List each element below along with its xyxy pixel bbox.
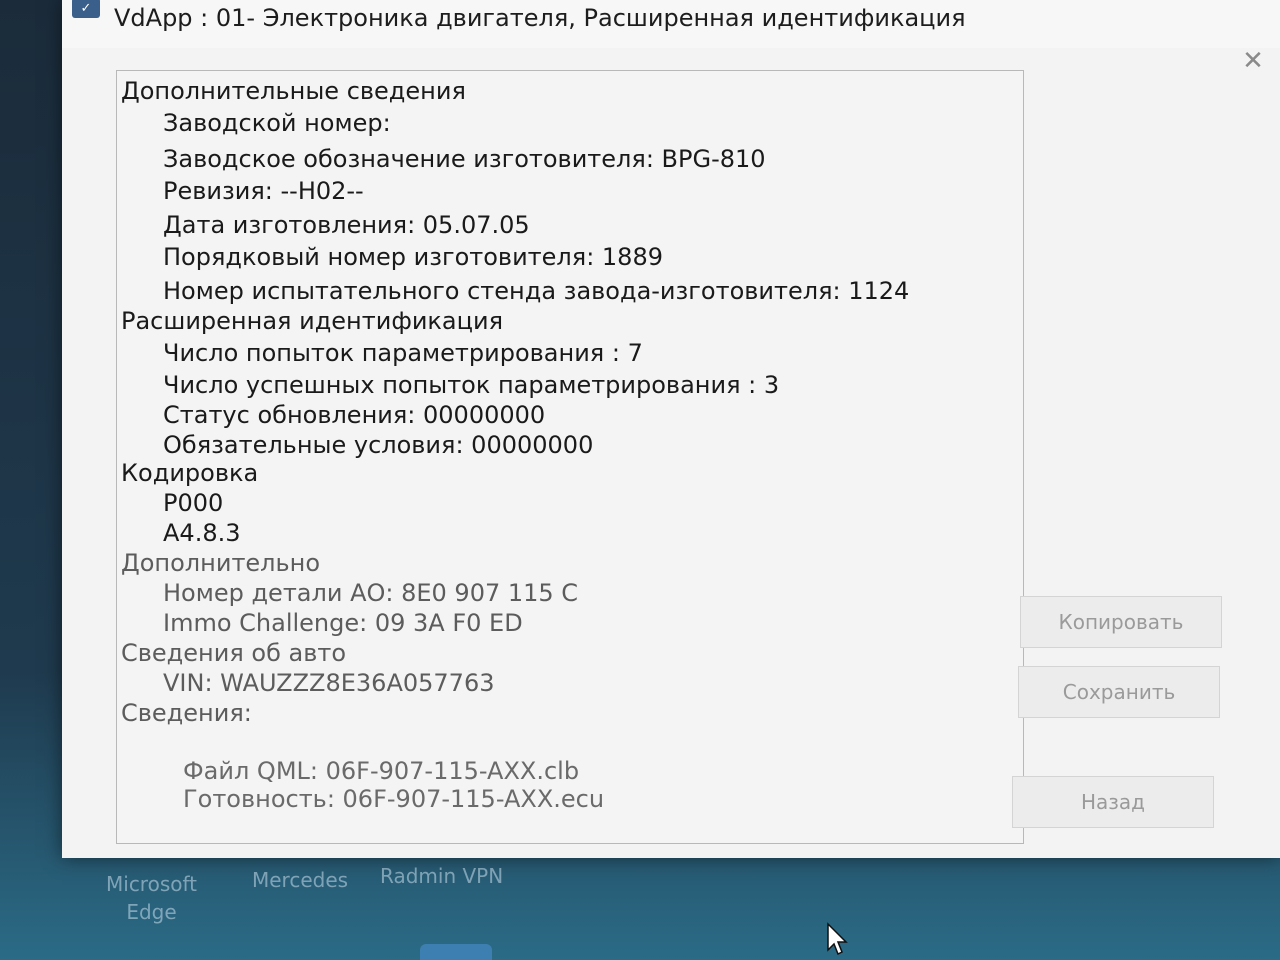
info-item-manufacture-date: Дата изготовления: 05.07.05: [163, 211, 530, 239]
info-section-vehicle-info: Сведения об авто: [121, 639, 347, 667]
app-window: ✓ VdApp : 01- Электроника двигателя, Рас…: [62, 0, 1280, 858]
info-item-update-status: Статус обновления: 00000000: [163, 401, 546, 429]
info-item-immo-challenge: Immo Challenge: 09 3A F0 ED: [163, 609, 523, 637]
window-title: VdApp : 01- Электроника двигателя, Расши…: [114, 4, 966, 32]
mouse-pointer-icon: [827, 922, 848, 956]
info-item-test-bench-number: Номер испытательного стенда завода-изгот…: [163, 277, 910, 305]
desktop-shortcut-edge[interactable]: Microsoft Edge: [106, 870, 197, 926]
info-section-additional-info: Дополнительные сведения: [121, 77, 466, 105]
copy-button[interactable]: Копировать: [1020, 596, 1222, 648]
info-item-manufacturer-code: Заводское обозначение изготовителя: BPG-…: [163, 145, 766, 173]
info-item-successful-attempts: Число успешных попыток параметрирования …: [163, 371, 780, 399]
info-item-param-attempts: Число попыток параметрирования : 7: [163, 339, 643, 367]
back-button[interactable]: Назад: [1012, 776, 1214, 828]
identification-info-panel[interactable]: Дополнительные сведения Заводской номер:…: [116, 70, 1024, 844]
taskbar-item[interactable]: [420, 944, 492, 960]
info-item-vin: VIN: WAUZZZ8E36A057763: [163, 669, 495, 697]
save-button[interactable]: Сохранить: [1018, 666, 1220, 718]
info-item-readiness: Готовность: 06F-907-115-AXX.ecu: [183, 785, 605, 813]
info-item-coding-version: A4.8.3: [163, 519, 241, 547]
title-bar[interactable]: ✓ VdApp : 01- Электроника двигателя, Рас…: [62, 0, 1280, 48]
desktop-shortcut-mercedes[interactable]: Mercedes: [252, 868, 348, 892]
info-section-extended-id: Расширенная идентификация: [121, 307, 504, 335]
app-logo-icon: ✓: [72, 0, 100, 18]
info-item-part-number: Номер детали АО: 8E0 907 115 C: [163, 579, 579, 607]
info-item-revision: Ревизия: --H02--: [163, 177, 364, 205]
info-item-coding-value: P000: [163, 489, 224, 517]
info-section-coding: Кодировка: [121, 459, 259, 487]
desktop-shortcut-radmin-vpn[interactable]: Radmin VPN: [380, 864, 503, 888]
info-item-sequence-number: Порядковый номер изготовителя: 1889: [163, 243, 663, 271]
info-section-details: Сведения:: [121, 699, 252, 727]
info-item-serial-number: Заводской номер:: [163, 109, 391, 137]
info-item-mandatory-conditions: Обязательные условия: 00000000: [163, 431, 594, 459]
close-icon[interactable]: ✕: [1238, 46, 1268, 76]
info-item-qml-file: Файл QML: 06F-907-115-AXX.clb: [183, 757, 580, 785]
info-section-additional: Дополнительно: [121, 549, 321, 577]
